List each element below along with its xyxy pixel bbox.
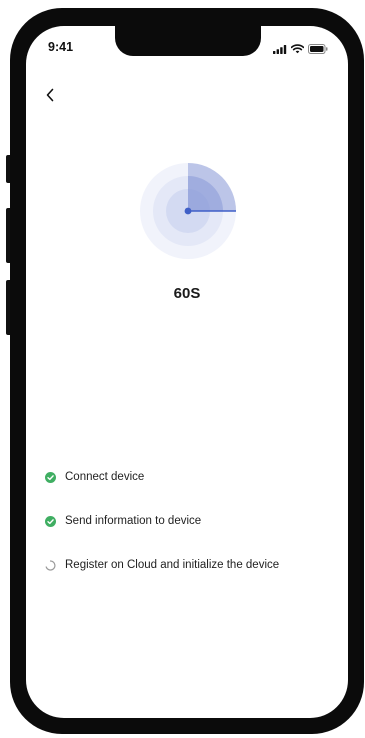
- step-label: Connect device: [65, 471, 145, 483]
- status-time: 9:41: [48, 40, 74, 54]
- setup-steps-list: Connect device Send information to devic…: [45, 466, 335, 598]
- step-register-cloud: Register on Cloud and initialize the dev…: [45, 554, 335, 576]
- battery-icon: [308, 41, 328, 59]
- back-chevron-icon: [45, 88, 55, 107]
- check-circle-icon: [45, 515, 56, 527]
- wifi-icon: [290, 41, 305, 59]
- step-send-information: Send information to device: [45, 510, 335, 532]
- back-button[interactable]: [40, 86, 60, 108]
- step-connect-device: Connect device: [45, 466, 335, 488]
- notch: [115, 26, 261, 56]
- radar-scan-icon: [138, 161, 238, 261]
- step-label: Register on Cloud and initialize the dev…: [65, 559, 280, 571]
- signal-icon: [273, 41, 287, 59]
- step-label: Send information to device: [65, 515, 202, 527]
- loading-spinner-icon: [45, 559, 56, 571]
- check-circle-icon: [45, 471, 56, 483]
- phone-frame: 9:41 60S Connect device Send information…: [10, 8, 364, 734]
- app-stage: 9:41 60S Connect device Send information…: [0, 0, 365, 738]
- countdown-timer: 60S: [173, 285, 201, 302]
- status-icons: [273, 41, 328, 59]
- screen: 9:41 60S Connect device Send information…: [26, 26, 348, 718]
